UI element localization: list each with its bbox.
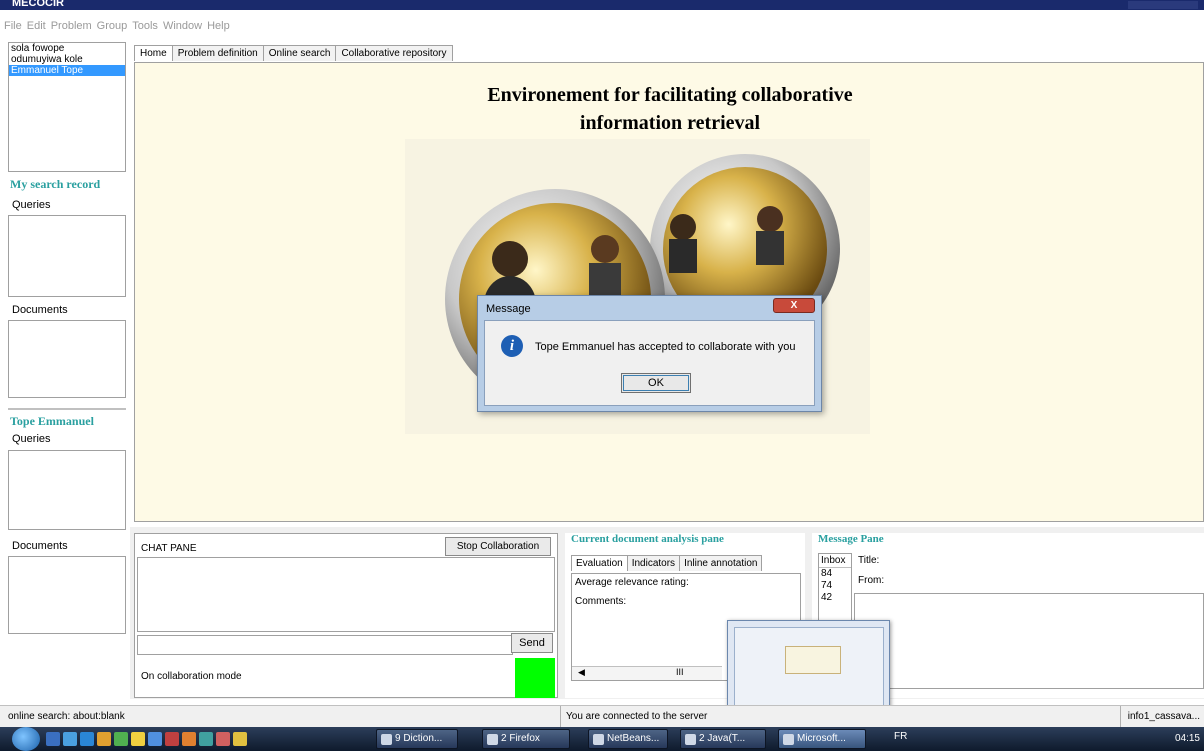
quicklaunch-icon[interactable] [97, 732, 111, 746]
quicklaunch-icon[interactable] [165, 732, 179, 746]
user-item-selected[interactable]: Emmanuel Tope [9, 65, 125, 76]
collab-documents-list[interactable] [8, 556, 126, 634]
taskbar-button[interactable]: 2 Firefox [482, 729, 570, 749]
tab-collaborative-repository[interactable]: Collaborative repository [335, 45, 453, 61]
taskbar-button-active[interactable]: Microsoft... [778, 729, 866, 749]
documents-label: Documents [12, 304, 68, 316]
collab-queries-list[interactable] [8, 450, 126, 530]
home-title-line2: information retrieval [579, 112, 761, 134]
menu-tools[interactable]: Tools [132, 20, 158, 32]
dialog-message: Tope Emmanuel has accepted to collaborat… [535, 341, 796, 353]
dialog-body: i Tope Emmanuel has accepted to collabor… [484, 320, 815, 406]
inbox-item[interactable]: 84 [819, 568, 851, 580]
menu-edit[interactable]: Edit [27, 20, 46, 32]
menu-problem[interactable]: Problem [51, 20, 92, 32]
scroll-left-icon[interactable]: ◀ [578, 667, 585, 678]
status-separator [560, 706, 561, 728]
quicklaunch-icon[interactable] [131, 732, 145, 746]
user-item[interactable]: sola fowope [9, 43, 125, 54]
status-separator [1120, 706, 1121, 728]
chat-input[interactable] [137, 635, 513, 655]
quicklaunch-icon[interactable] [114, 732, 128, 746]
tab-problem-definition[interactable]: Problem definition [171, 45, 264, 61]
message-pane-title: Message Pane [818, 533, 884, 545]
quicklaunch-icon[interactable] [63, 732, 77, 746]
queries-label: Queries [12, 199, 51, 211]
home-pane: Environement for facilitating collaborat… [134, 62, 1204, 522]
scroll-thumb-grip[interactable]: III [676, 667, 684, 677]
quicklaunch-icon[interactable] [233, 732, 247, 746]
message-from-label: From: [858, 575, 885, 586]
quicklaunch-icon[interactable] [216, 732, 230, 746]
quick-launch [46, 732, 250, 746]
status-connection: You are connected to the server [566, 711, 708, 722]
comments-label: Comments: [575, 596, 627, 607]
inbox-header[interactable]: Inbox [819, 554, 851, 568]
tab-online-search[interactable]: Online search [262, 45, 337, 61]
window-controls[interactable] [1128, 1, 1198, 9]
send-button[interactable]: Send [511, 633, 553, 653]
inbox-item[interactable]: 74 [819, 580, 851, 592]
collaborator-heading: Tope Emmanuel [10, 414, 94, 428]
user-item[interactable]: odumuyiwa kole [9, 54, 125, 65]
menu-bar: File Edit Problem Group Tools Window Hel… [0, 12, 1204, 40]
my-queries-list[interactable] [8, 215, 126, 297]
dialog-close-button[interactable]: X [773, 298, 815, 313]
taskbar-clock[interactable]: 04:15 [1175, 733, 1200, 744]
window-titlebar: MECOCIR [0, 0, 1204, 10]
collaboration-mode-status: On collaboration mode [141, 671, 242, 682]
tab-evaluation[interactable]: Evaluation [571, 555, 628, 571]
info-icon: i [501, 335, 523, 357]
quicklaunch-icon[interactable] [80, 732, 94, 746]
status-left: online search: about:blank [8, 711, 125, 722]
menu-group[interactable]: Group [97, 20, 128, 32]
collab-queries-label: Queries [12, 433, 51, 445]
language-indicator[interactable]: FR [894, 731, 907, 742]
window-title: MECOCIR [12, 0, 64, 9]
status-bar: online search: about:blank You are conne… [0, 705, 1204, 728]
main-tabs: Home Problem definition Online search Co… [134, 45, 453, 61]
taskbar-button[interactable]: 2 Java(T... [680, 729, 766, 749]
quicklaunch-icon[interactable] [199, 732, 213, 746]
analysis-pane-title: Current document analysis pane [571, 533, 724, 545]
horizontal-scrollbar[interactable]: ◀ III [572, 666, 722, 680]
tab-home[interactable]: Home [134, 45, 173, 61]
average-relevance-label: Average relevance rating: [575, 577, 689, 588]
panel-divider[interactable] [8, 408, 126, 410]
message-title-label: Title: [858, 555, 880, 566]
quicklaunch-icon[interactable] [148, 732, 162, 746]
tab-indicators[interactable]: Indicators [626, 555, 681, 571]
status-right: info1_cassava... [1127, 711, 1200, 722]
thumbnail-dialog [785, 646, 841, 674]
tab-inline-annotation[interactable]: Inline annotation [679, 555, 763, 571]
chat-messages-area[interactable] [137, 557, 555, 632]
menu-file[interactable]: File [4, 20, 22, 32]
thumbnail-window [734, 627, 884, 717]
stop-collaboration-button[interactable]: Stop Collaboration [445, 537, 551, 556]
collab-documents-label: Documents [12, 540, 68, 552]
message-dialog: Message X i Tope Emmanuel has accepted t… [477, 295, 822, 412]
collaboration-indicator [515, 658, 555, 698]
my-documents-list[interactable] [8, 320, 126, 398]
taskbar-button[interactable]: 9 Diction... [376, 729, 458, 749]
menu-help[interactable]: Help [207, 20, 230, 32]
my-search-record-heading: My search record [10, 177, 101, 191]
inbox-item[interactable]: 42 [819, 592, 851, 604]
dialog-title: Message [486, 303, 531, 315]
os-taskbar: 9 Diction... 2 Firefox NetBeans... 2 Jav… [0, 727, 1204, 751]
ok-button[interactable]: OK [621, 373, 691, 393]
message-body-area[interactable] [854, 593, 1204, 689]
analysis-tabs: Evaluation Indicators Inline annotation [571, 555, 763, 571]
start-button-icon[interactable] [12, 727, 40, 751]
chat-pane: CHAT PANE Stop Collaboration Send On col… [134, 533, 558, 698]
user-list: sola fowope odumuyiwa kole Emmanuel Tope [8, 42, 126, 172]
quicklaunch-icon[interactable] [182, 732, 196, 746]
home-title-line1: Environement for facilitating collaborat… [487, 84, 853, 106]
menu-window[interactable]: Window [163, 20, 202, 32]
taskbar-button[interactable]: NetBeans... [588, 729, 668, 749]
quicklaunch-icon[interactable] [46, 732, 60, 746]
chat-pane-header: CHAT PANE [141, 543, 197, 554]
